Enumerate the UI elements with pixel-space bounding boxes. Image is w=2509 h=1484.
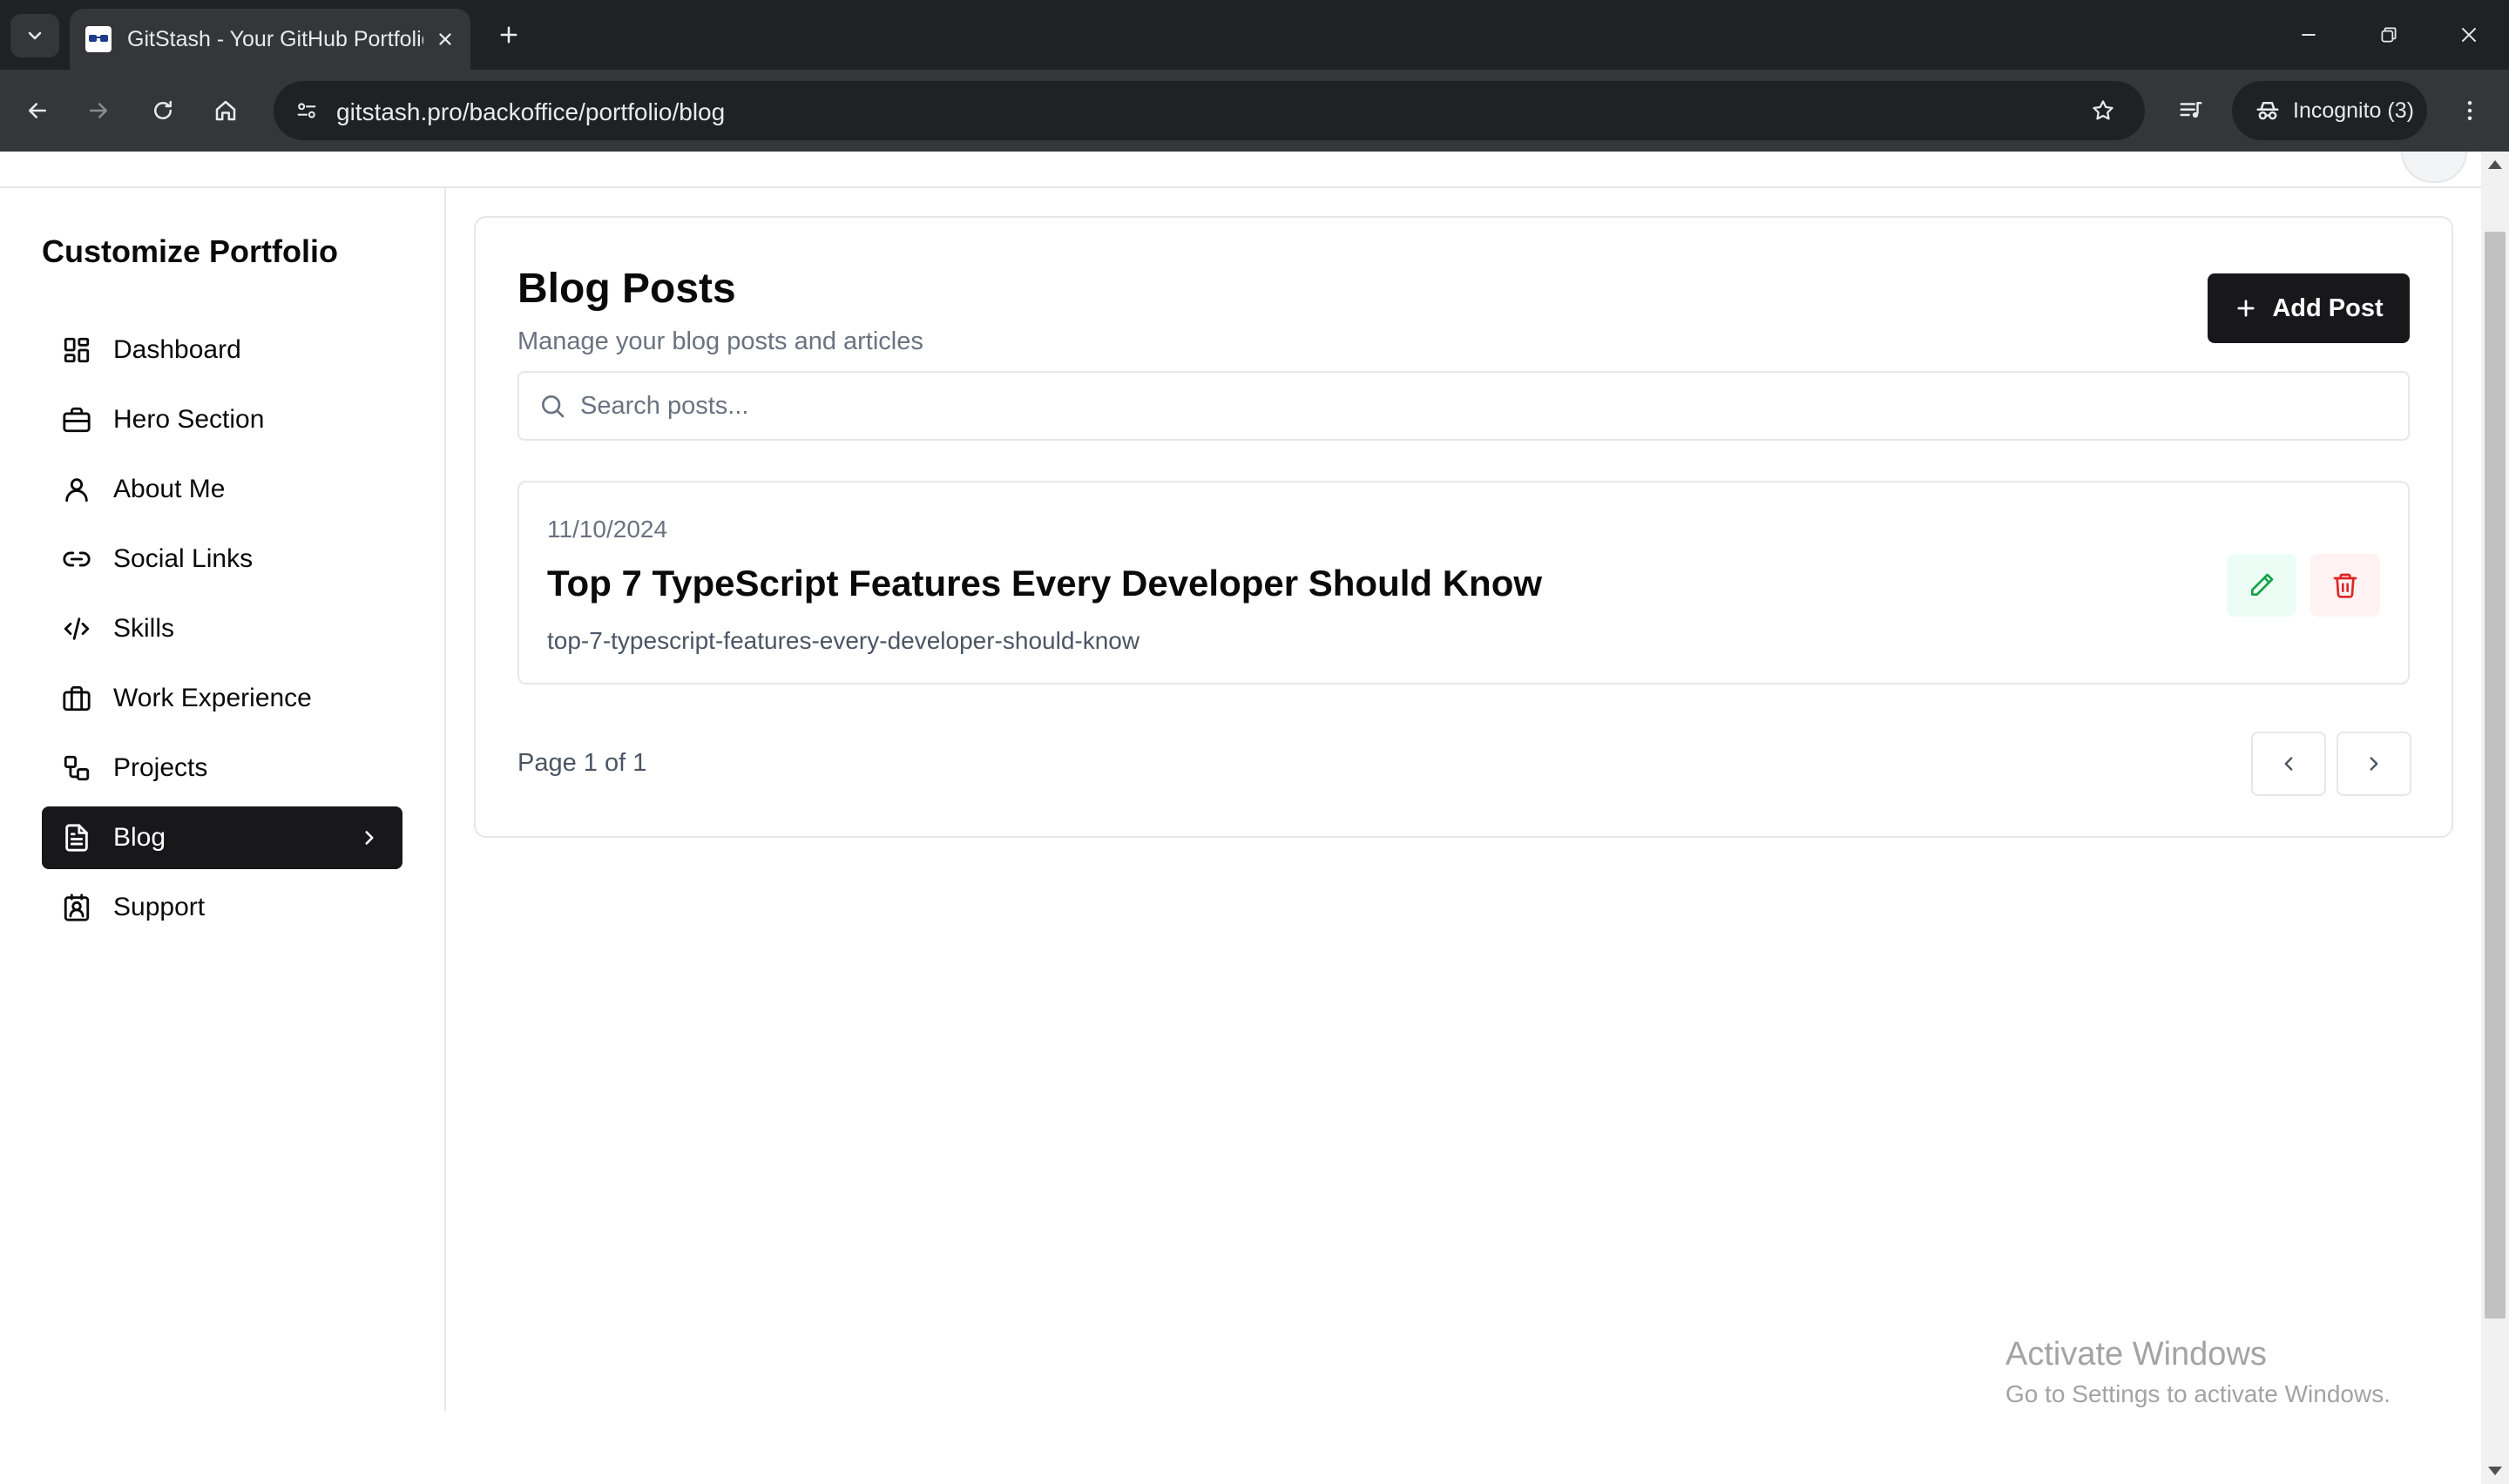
windows-activation-watermark: Activate Windows Go to Settings to activ… bbox=[2005, 1336, 2391, 1408]
bookmark-star-icon[interactable] bbox=[2082, 90, 2124, 132]
search-input[interactable] bbox=[580, 373, 2375, 439]
trash-icon bbox=[2331, 571, 2359, 599]
incognito-indicator[interactable]: Incognito (3) bbox=[2232, 81, 2427, 140]
tab-close-icon[interactable] bbox=[432, 26, 458, 52]
browser-tab-active[interactable]: GitStash - Your GitHub Portfolio bbox=[70, 9, 470, 70]
code-icon bbox=[61, 613, 92, 644]
blog-posts-card: Blog Posts Manage your blog posts and ar… bbox=[474, 216, 2453, 838]
url-text: gitstash.pro/backoffice/portfolio/blog bbox=[336, 98, 726, 125]
more-vertical-icon bbox=[2457, 98, 2483, 124]
sidebar-item-label: Support bbox=[113, 893, 206, 921]
sidebar-item-hero-section[interactable]: Hero Section bbox=[42, 388, 402, 451]
dashboard-icon bbox=[61, 334, 92, 366]
contact-icon bbox=[61, 892, 92, 923]
reload-button[interactable] bbox=[141, 89, 185, 132]
sidebar-item-social-links[interactable]: Social Links bbox=[42, 528, 402, 590]
avatar[interactable] bbox=[2401, 152, 2467, 183]
browser-toolbar: gitstash.pro/backoffice/portfolio/blog I… bbox=[0, 70, 2509, 152]
back-button[interactable] bbox=[16, 89, 59, 132]
sidebar-item-label: Social Links bbox=[113, 544, 254, 573]
home-icon bbox=[213, 98, 239, 124]
chevron-right-icon bbox=[2363, 752, 2385, 775]
add-post-label: Add Post bbox=[2272, 293, 2384, 322]
arrow-right-icon bbox=[85, 98, 112, 124]
link-icon bbox=[61, 543, 92, 575]
sidebar-item-label: Work Experience bbox=[113, 684, 312, 712]
new-tab-button[interactable] bbox=[490, 16, 528, 54]
previous-page-button[interactable] bbox=[2251, 732, 2326, 796]
tab-search-button[interactable] bbox=[10, 14, 59, 57]
incognito-icon bbox=[2255, 98, 2281, 124]
sidebar-title: Customize Portfolio bbox=[42, 233, 338, 269]
watermark-subtitle: Go to Settings to activate Windows. bbox=[2005, 1380, 2391, 1407]
page-title: Blog Posts bbox=[517, 266, 736, 312]
sidebar-item-about-me[interactable]: About Me bbox=[42, 458, 402, 521]
chevron-left-icon bbox=[2277, 752, 2300, 775]
home-button[interactable] bbox=[204, 89, 247, 132]
post-title[interactable]: Top 7 TypeScript Features Every Develope… bbox=[547, 563, 1542, 604]
forward-button[interactable] bbox=[77, 89, 120, 132]
list-item[interactable]: 11/10/2024 Top 7 TypeScript Features Eve… bbox=[517, 481, 2410, 685]
close-icon bbox=[2458, 24, 2480, 46]
search-box bbox=[517, 371, 2410, 441]
browser-tab-bar: GitStash - Your GitHub Portfolio bbox=[0, 0, 2509, 70]
chevron-down-icon bbox=[24, 25, 45, 46]
pencil-icon bbox=[2248, 571, 2276, 599]
edit-post-button[interactable] bbox=[2227, 554, 2296, 617]
plus-icon bbox=[2234, 296, 2258, 320]
window-minimize-button[interactable] bbox=[2282, 12, 2335, 57]
page-description: Manage your blog posts and articles bbox=[517, 327, 923, 355]
media-controls-button[interactable] bbox=[2169, 89, 2213, 132]
site-info-icon[interactable] bbox=[286, 90, 328, 132]
sidebar-item-label: Blog bbox=[113, 823, 166, 852]
sidebar-item-label: About Me bbox=[113, 475, 226, 503]
sidebar-item-label: Dashboard bbox=[113, 335, 241, 364]
file-text-icon bbox=[61, 822, 92, 853]
scroll-up-arrow-icon[interactable] bbox=[2488, 160, 2502, 169]
restore-icon bbox=[2377, 24, 2400, 46]
sidebar-item-support[interactable]: Support bbox=[42, 876, 402, 939]
minimize-icon bbox=[2297, 24, 2320, 46]
sidebar-item-label: Hero Section bbox=[113, 405, 265, 434]
address-bar[interactable]: gitstash.pro/backoffice/portfolio/blog bbox=[274, 81, 2145, 140]
sidebar: Customize Portfolio Dashboard Hero Secti… bbox=[0, 188, 446, 1411]
scroll-down-arrow-icon[interactable] bbox=[2488, 1467, 2502, 1475]
incognito-label: Incognito (3) bbox=[2293, 98, 2414, 123]
tab-title: GitStash - Your GitHub Portfolio bbox=[127, 26, 423, 51]
search-icon bbox=[538, 392, 566, 420]
pagination-status: Page 1 of 1 bbox=[517, 749, 647, 777]
reload-icon bbox=[150, 98, 176, 124]
watermark-title: Activate Windows bbox=[2005, 1336, 2267, 1373]
window-close-button[interactable] bbox=[2443, 12, 2495, 57]
sidebar-item-label: Skills bbox=[113, 614, 175, 643]
page-scrollbar[interactable] bbox=[2481, 152, 2509, 1484]
plus-icon bbox=[497, 23, 521, 47]
briefcase-icon bbox=[61, 683, 92, 714]
browser-menu-button[interactable] bbox=[2448, 89, 2492, 132]
arrow-left-icon bbox=[24, 98, 51, 124]
user-icon bbox=[61, 474, 92, 505]
sidebar-item-label: Projects bbox=[113, 753, 208, 782]
briefcase-icon bbox=[61, 404, 92, 435]
chevron-right-icon bbox=[357, 826, 382, 850]
page-viewport: Customize Portfolio Dashboard Hero Secti… bbox=[0, 152, 2481, 1484]
add-post-button[interactable]: Add Post bbox=[2208, 273, 2410, 343]
post-slug: top-7-typescript-features-every-develope… bbox=[547, 627, 1140, 654]
next-page-button[interactable] bbox=[2337, 732, 2411, 796]
gitstash-favicon-icon bbox=[85, 26, 112, 52]
sidebar-item-projects[interactable]: Projects bbox=[42, 737, 402, 799]
sidebar-item-blog[interactable]: Blog bbox=[42, 806, 402, 869]
delete-post-button[interactable] bbox=[2310, 554, 2380, 617]
window-restore-button[interactable] bbox=[2363, 12, 2415, 57]
post-date: 11/10/2024 bbox=[547, 516, 668, 543]
sidebar-nav: Dashboard Hero Section About Me Social L… bbox=[42, 319, 402, 946]
sidebar-item-dashboard[interactable]: Dashboard bbox=[42, 319, 402, 381]
sidebar-item-skills[interactable]: Skills bbox=[42, 597, 402, 660]
scrollbar-thumb[interactable] bbox=[2485, 232, 2506, 1319]
projects-icon bbox=[61, 752, 92, 784]
queue-music-icon bbox=[2178, 98, 2204, 124]
sidebar-item-work-experience[interactable]: Work Experience bbox=[42, 667, 402, 730]
